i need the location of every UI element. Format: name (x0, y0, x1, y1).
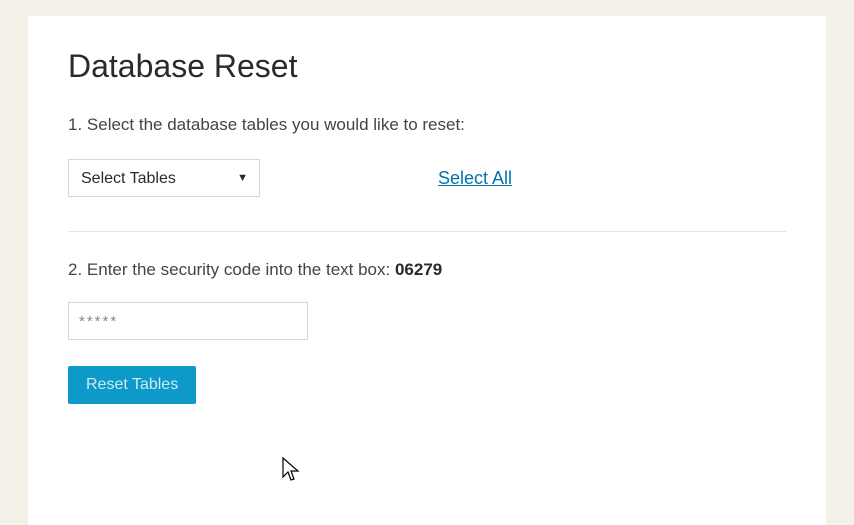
divider (68, 231, 786, 232)
step-1-row: Select Tables ▼ Select All (68, 159, 786, 197)
reset-tables-button[interactable]: Reset Tables (68, 366, 196, 404)
table-select[interactable]: Select Tables (68, 159, 260, 197)
table-select-wrapper: Select Tables ▼ (68, 159, 260, 197)
select-all-link[interactable]: Select All (438, 168, 512, 189)
step-2-label-text: 2. Enter the security code into the text… (68, 260, 395, 279)
security-code-input[interactable] (68, 302, 308, 340)
page-title: Database Reset (68, 48, 786, 85)
step-1-label: 1. Select the database tables you would … (68, 115, 786, 135)
step-2-label: 2. Enter the security code into the text… (68, 260, 786, 280)
main-panel: Database Reset 1. Select the database ta… (28, 16, 826, 525)
security-code-value: 06279 (395, 260, 442, 279)
